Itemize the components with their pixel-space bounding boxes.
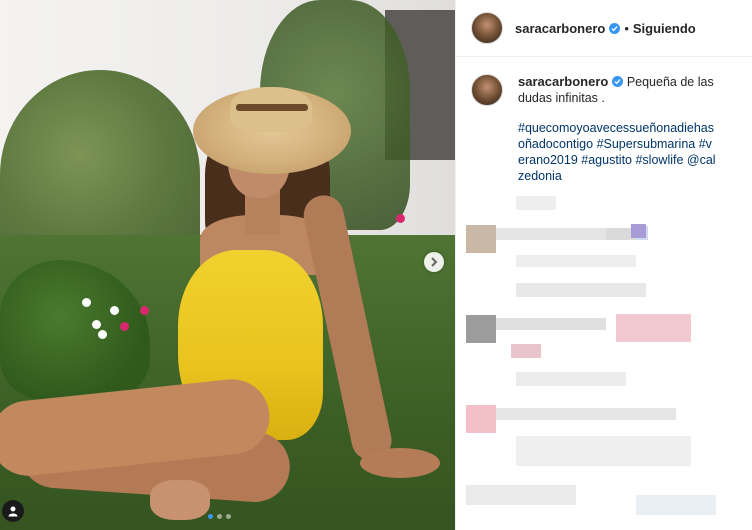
- blurred-block: [636, 495, 716, 515]
- flower: [120, 322, 129, 331]
- verified-badge-icon: [609, 22, 621, 34]
- blurred-avatar: [466, 405, 496, 433]
- carousel-indicator: [208, 514, 231, 519]
- caption-username[interactable]: saracarbonero: [518, 74, 608, 89]
- carousel-dot: [208, 514, 213, 519]
- post-caption: saracarbonero Pequeña de las dudas infin…: [471, 74, 741, 184]
- blurred-avatar: [466, 315, 496, 343]
- hat-band: [236, 104, 308, 111]
- person-foot: [150, 480, 210, 520]
- flower: [92, 320, 101, 329]
- header-username[interactable]: saracarbonero: [515, 21, 605, 36]
- caption-hashtags: #quecomoyoavecessueñonadiehasoñadocontig…: [518, 120, 718, 184]
- flower: [82, 298, 91, 307]
- person-hand: [360, 448, 440, 478]
- blurred-block: [631, 224, 646, 238]
- caption-text-block: saracarbonero Pequeña de las dudas infin…: [518, 74, 718, 184]
- blurred-block: [496, 318, 606, 330]
- blurred-block: [511, 344, 541, 358]
- blurred-avatar: [466, 225, 496, 253]
- next-photo-button[interactable]: [424, 252, 444, 272]
- blurred-block: [496, 408, 676, 420]
- separator-dot: •: [624, 20, 629, 36]
- caption-avatar[interactable]: [471, 74, 503, 106]
- user-tag-icon: [8, 506, 18, 517]
- blurred-block: [466, 485, 576, 505]
- verified-badge-icon: [612, 76, 624, 87]
- blurred-block: [496, 228, 606, 240]
- flower: [140, 306, 149, 315]
- post-header: saracarbonero • Siguiendo: [456, 0, 752, 57]
- blurred-block: [516, 372, 626, 386]
- carousel-dot: [217, 514, 222, 519]
- blurred-block: [516, 196, 556, 210]
- blurred-block: [516, 283, 646, 297]
- carousel-dot: [226, 514, 231, 519]
- following-button[interactable]: Siguiendo: [633, 21, 696, 36]
- blurred-block: [516, 436, 691, 466]
- flower: [110, 306, 119, 315]
- hashtag-link[interactable]: #Supersubmarina: [597, 137, 696, 151]
- flower: [396, 214, 405, 223]
- hashtag-link[interactable]: #agustito: [581, 153, 632, 167]
- chevron-right-icon: [431, 257, 438, 267]
- flower: [98, 330, 107, 339]
- tagged-users-button[interactable]: [2, 500, 24, 522]
- post-photo[interactable]: [0, 0, 455, 530]
- blurred-block: [616, 314, 691, 342]
- hashtag-link[interactable]: #slowlife: [635, 153, 683, 167]
- avatar[interactable]: [471, 12, 503, 44]
- blurred-block: [516, 255, 636, 267]
- post-side-panel: saracarbonero • Siguiendo saracarbonero …: [455, 0, 752, 530]
